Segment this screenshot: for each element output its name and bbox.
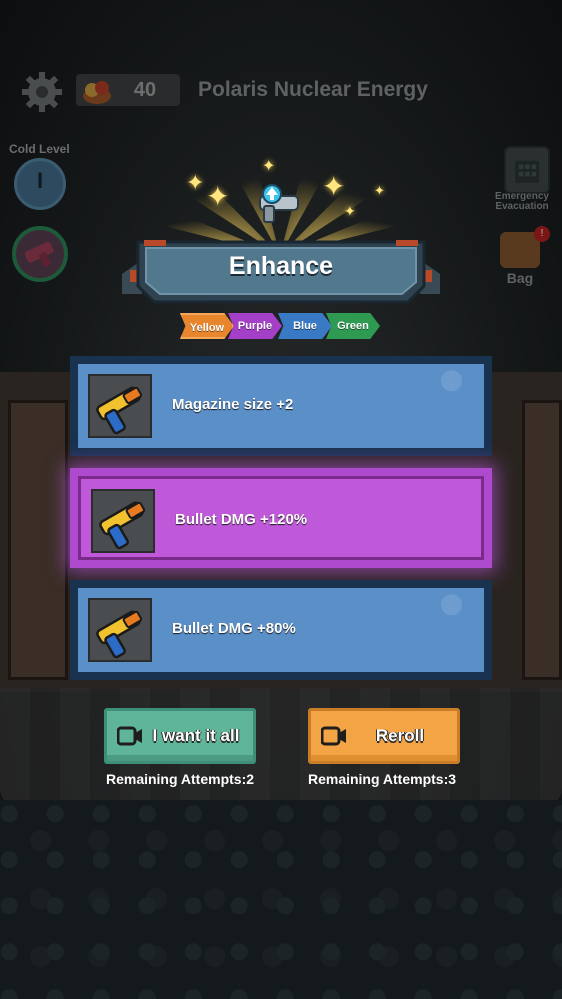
enhance-option-bullet-dmg-120[interactable]: Bullet DMG +120% — [70, 468, 492, 568]
enhance-option-bullet-dmg-80[interactable]: Bullet DMG +80% — [70, 580, 492, 680]
sparkle-icon: ✦ — [186, 170, 205, 195]
option-card-body: Bullet DMG +120% — [78, 476, 484, 560]
reroll-label: Reroll — [375, 726, 425, 745]
background-snow — [0, 688, 562, 808]
rarity-tag-yellow: Yellow — [180, 313, 234, 339]
reroll-button[interactable]: Reroll — [308, 708, 460, 764]
cold-level-value: I — [36, 168, 44, 193]
bag-notification-badge: ! — [534, 226, 550, 242]
coin-count: 40 — [133, 79, 157, 101]
bag-label: Bag — [506, 270, 534, 286]
reroll-attempts: Remaining Attempts:3 — [307, 771, 457, 787]
rarity-tag-blue: Blue — [278, 313, 332, 339]
yellow-pistol-icon — [96, 386, 143, 435]
enhance-option-magazine[interactable]: Magazine size +2 — [70, 356, 492, 456]
evacuation-label-line2: Evacuation — [495, 201, 549, 212]
option-text: Bullet DMG +80% — [172, 620, 296, 637]
cold-level-label: Cold Level — [9, 142, 70, 156]
option-text: Bullet DMG +120% — [175, 511, 308, 528]
want-it-all-button[interactable]: I want it all — [104, 708, 256, 764]
emergency-evacuation-button[interactable] — [504, 146, 550, 194]
want-it-all-label: I want it all — [152, 726, 240, 745]
rarity-legend: Yellow Purple Blue Green — [180, 313, 384, 339]
enhance-title: Enhance — [228, 252, 334, 280]
background-floor — [0, 800, 562, 999]
weapon-slot-button[interactable] — [12, 226, 68, 282]
item-slot — [91, 489, 155, 553]
sparkle-icon: ✦ — [374, 183, 385, 198]
background-wall-right — [522, 400, 562, 680]
option-card-body: Magazine size +2 — [78, 364, 484, 448]
rarity-tag-purple: Purple — [228, 313, 282, 339]
rarity-tag-green: Green — [326, 313, 380, 339]
evacuation-icon — [515, 160, 539, 183]
weapon-icon — [24, 241, 54, 267]
background-wall-left — [8, 400, 68, 680]
item-slot — [88, 374, 152, 438]
level-name: Polaris Nuclear Energy — [198, 78, 428, 101]
upgrade-gun-icon — [259, 184, 299, 223]
option-card-body: Bullet DMG +80% — [78, 588, 484, 672]
sparkle-icon: ✦ — [262, 158, 276, 175]
evacuation-label: Emergency Evacuation — [492, 192, 552, 212]
video-ad-icon — [117, 726, 142, 746]
sparkle-icon: ✦ — [322, 171, 346, 202]
option-text: Magazine size +2 — [172, 396, 294, 413]
gear-icon[interactable] — [20, 70, 64, 114]
video-ad-icon — [321, 726, 346, 746]
sparkle-icon: ✦ — [344, 203, 356, 219]
item-slot — [88, 598, 152, 662]
coin-pile-icon — [83, 81, 111, 104]
yellow-pistol-icon — [99, 501, 146, 550]
sparkle-icon: ✦ — [206, 181, 230, 212]
want-it-all-attempts: Remaining Attempts:2 — [105, 771, 255, 787]
yellow-pistol-icon — [96, 610, 143, 659]
